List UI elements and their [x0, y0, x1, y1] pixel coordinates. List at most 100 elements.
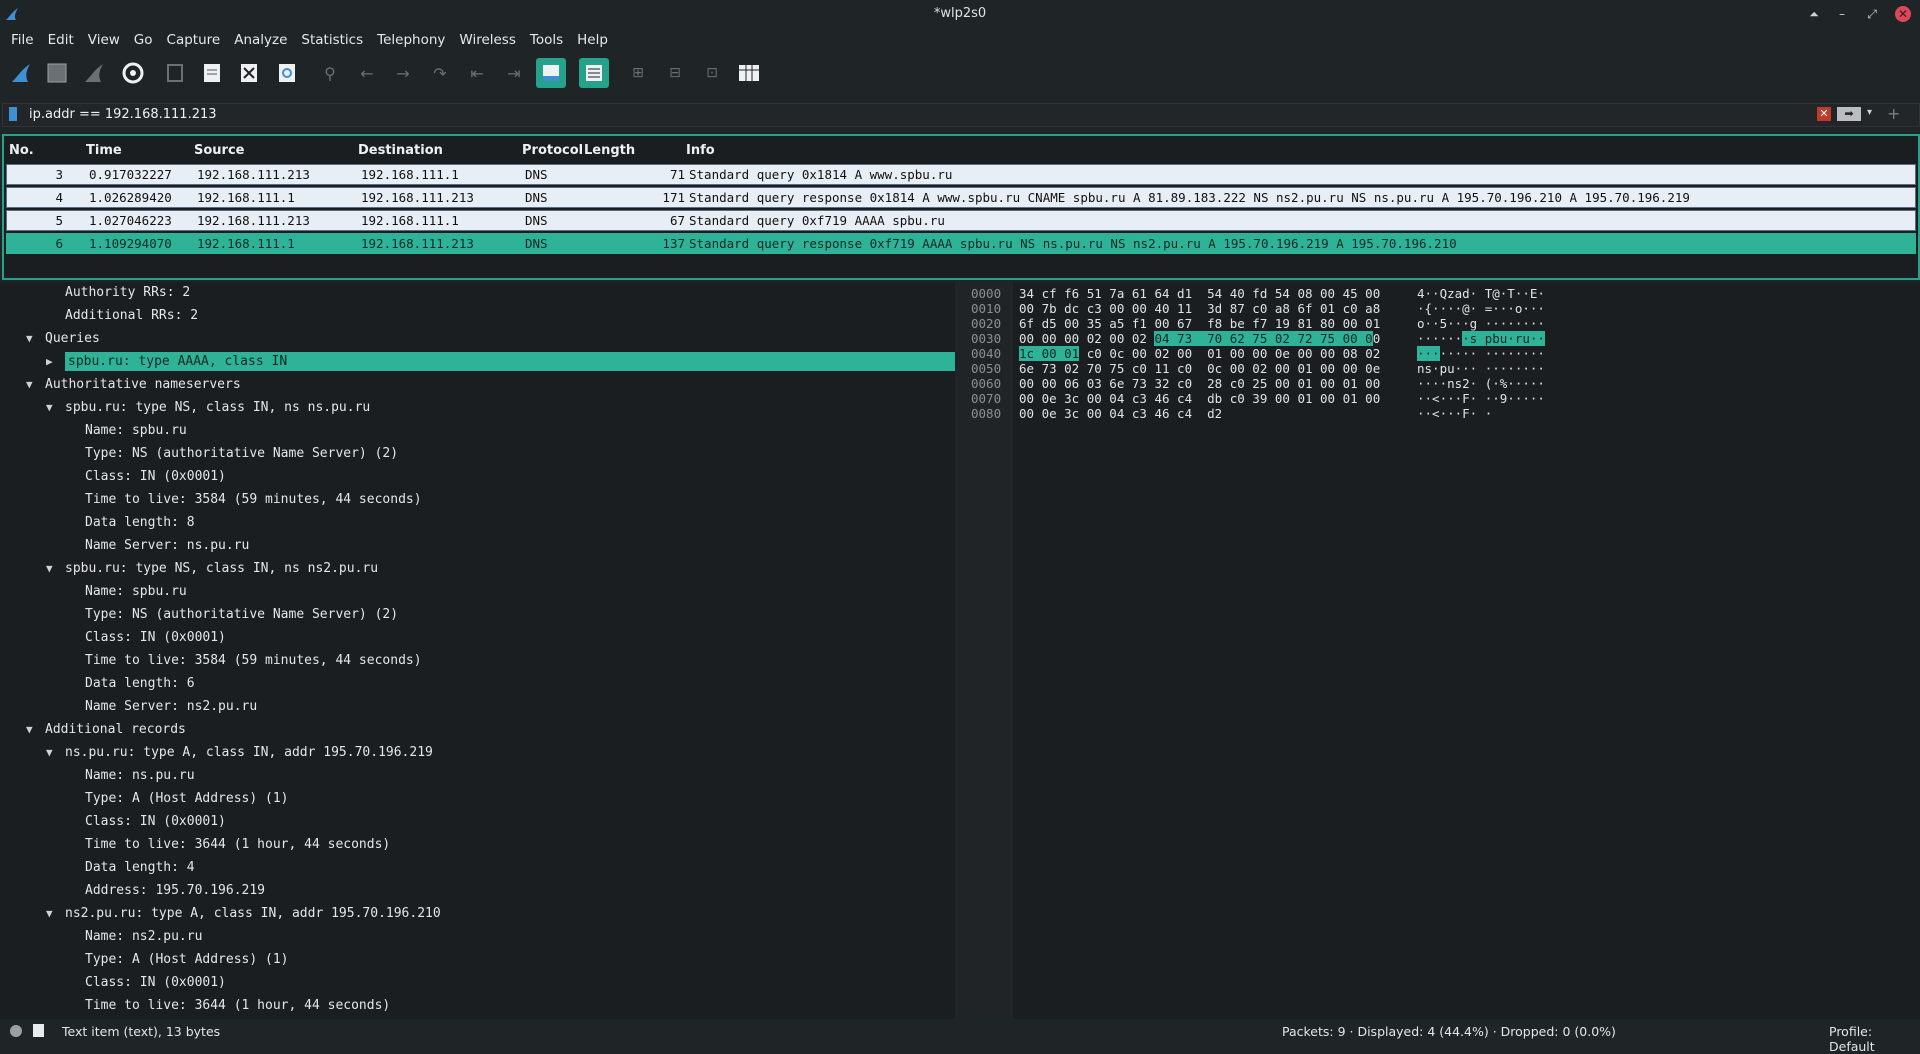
byte-ascii[interactable]: ·······s pbu·ru·· [1417, 331, 1545, 346]
menu-tools[interactable]: Tools [523, 28, 570, 52]
expanded-arrow-icon[interactable]: ▼ [46, 746, 58, 759]
detail-tree-item[interactable]: Data length: 6 [0, 673, 955, 696]
detail-tree-item[interactable]: Name: ns.pu.ru [0, 765, 955, 788]
detail-tree-item[interactable]: Type: NS (authoritative Name Server) (2) [0, 604, 955, 627]
detail-tree-item[interactable]: ▼ spbu.ru: type NS, class IN, ns ns.pu.ru [0, 397, 955, 420]
expert-info-icon[interactable] [10, 1025, 22, 1037]
column-header-protocol[interactable]: Protocol [522, 143, 583, 158]
byte-ascii[interactable]: ········ ········ [1417, 346, 1545, 361]
stop-capture-button[interactable] [42, 58, 72, 88]
byte-ascii[interactable]: o··5···g ········ [1417, 316, 1545, 331]
byte-hex[interactable]: 00 00 00 02 00 02 04 73 70 62 75 02 72 7… [1019, 331, 1380, 346]
zoom-out-button[interactable]: ⊟ [660, 58, 690, 88]
byte-hex[interactable]: 6e 73 02 70 75 c0 11 c0 0c 00 02 00 01 0… [1019, 361, 1380, 376]
save-file-button[interactable] [197, 58, 227, 88]
bookmark-icon[interactable] [9, 107, 17, 121]
colorize-button[interactable] [579, 58, 609, 88]
expanded-arrow-icon[interactable]: ▼ [46, 907, 58, 920]
detail-tree-item[interactable]: ▼ Authoritative nameservers [0, 374, 955, 397]
packet-row[interactable]: 3 0.917032227 192.168.111.213 192.168.111.1… [6, 164, 1916, 185]
menu-edit[interactable]: Edit [41, 28, 81, 52]
expanded-arrow-icon[interactable]: ▼ [26, 723, 38, 736]
detail-tree-item[interactable]: Data length: 4 [0, 857, 955, 880]
column-header-time[interactable]: Time [86, 143, 122, 158]
byte-ascii[interactable]: ·{····@· =···o··· [1417, 301, 1545, 316]
byte-hex[interactable]: 34 cf f6 51 7a 61 64 d1 54 40 fd 54 08 0… [1019, 286, 1380, 301]
start-capture-button[interactable] [6, 58, 36, 88]
byte-hex[interactable]: 00 0e 3c 00 04 c3 46 c4 d2 [1019, 406, 1222, 421]
column-header-source[interactable]: Source [194, 143, 244, 158]
capture-comment-icon[interactable] [33, 1024, 44, 1037]
packet-row[interactable]: 6 1.109294070 192.168.111.1 192.168.111.213… [6, 233, 1916, 254]
first-packet-button[interactable]: ⇤ [462, 58, 492, 88]
menu-view[interactable]: View [81, 28, 127, 52]
menu-analyze[interactable]: Analyze [227, 28, 294, 52]
byte-hex[interactable]: 00 00 06 03 6e 73 32 c0 28 c0 25 00 01 0… [1019, 376, 1380, 391]
display-filter-input[interactable] [29, 105, 1809, 123]
detail-tree-item[interactable]: Name Server: ns2.pu.ru [0, 696, 955, 719]
expanded-arrow-icon[interactable]: ▼ [46, 401, 58, 414]
menu-go[interactable]: Go [127, 28, 160, 52]
close-file-button[interactable] [234, 58, 264, 88]
menu-wireless[interactable]: Wireless [452, 28, 523, 52]
restart-capture-button[interactable] [79, 58, 109, 88]
byte-ascii[interactable]: ····ns2· (·%····· [1417, 376, 1545, 391]
detail-tree-item[interactable]: ▶ spbu.ru: type AAAA, class IN [0, 351, 955, 374]
go-forward-button[interactable]: → [388, 58, 418, 88]
column-header-length[interactable]: Length [584, 143, 635, 158]
filter-dropdown-icon[interactable]: ▾ [1867, 107, 1872, 118]
expanded-arrow-icon[interactable]: ▼ [26, 332, 38, 345]
byte-ascii[interactable]: ··<···F· · [1417, 406, 1492, 421]
menu-file[interactable]: File [4, 28, 41, 52]
expanded-arrow-icon[interactable]: ▼ [46, 562, 58, 575]
detail-tree-item[interactable]: ▼ spbu.ru: type NS, class IN, ns ns2.pu.r… [0, 558, 955, 581]
close-button[interactable]: ✕ [1895, 6, 1911, 22]
detail-tree-item[interactable]: Additional RRs: 2 [0, 305, 955, 328]
detail-tree-item[interactable]: Class: IN (0x0001) [0, 811, 955, 834]
menu-statistics[interactable]: Statistics [294, 28, 370, 52]
detail-tree-item[interactable]: Name: ns2.pu.ru [0, 926, 955, 949]
go-to-packet-button[interactable]: ↷ [425, 58, 455, 88]
menu-help[interactable]: Help [570, 28, 615, 52]
detail-tree-item[interactable]: ▼ ns.pu.ru: type A, class IN, addr 195.70… [0, 742, 955, 765]
menu-capture[interactable]: Capture [160, 28, 228, 52]
auto-scroll-button[interactable] [536, 58, 566, 88]
add-filter-button[interactable]: + [1887, 104, 1900, 123]
go-back-button[interactable]: ← [352, 58, 382, 88]
restore-button[interactable]: ⤢ [1862, 4, 1882, 24]
byte-hex[interactable]: 00 7b dc c3 00 00 40 11 3d 87 c0 a8 6f 0… [1019, 301, 1380, 316]
detail-tree-item[interactable]: ▼ ns2.pu.ru: type A, class IN, addr 195.7… [0, 903, 955, 926]
keep-above-icon[interactable]: ⏶ [1804, 4, 1824, 24]
detail-tree-item[interactable]: ▼ Queries [0, 328, 955, 351]
detail-tree-item[interactable]: Address: 195.70.196.219 [0, 880, 955, 903]
detail-tree-item[interactable]: Class: IN (0x0001) [0, 627, 955, 650]
byte-hex[interactable]: 6f d5 00 35 a5 f1 00 67 f8 be f7 19 81 8… [1019, 316, 1380, 331]
byte-ascii[interactable]: ··<···F· ··9····· [1417, 391, 1545, 406]
column-header-no[interactable]: No. [9, 143, 34, 158]
profile-label[interactable]: Profile: Default [1829, 1024, 1920, 1054]
detail-tree-item[interactable]: Time to live: 3584 (59 minutes, 44 secon… [0, 489, 955, 512]
capture-options-button[interactable] [118, 58, 148, 88]
column-header-destination[interactable]: Destination [358, 143, 443, 158]
expanded-arrow-icon[interactable]: ▼ [26, 378, 38, 391]
detail-tree-item[interactable]: Type: A (Host Address) (1) [0, 788, 955, 811]
resize-columns-button[interactable] [734, 58, 764, 88]
open-file-button[interactable] [160, 58, 190, 88]
byte-hex[interactable]: 00 0e 3c 00 04 c3 46 c4 db c0 39 00 01 0… [1019, 391, 1380, 406]
detail-tree-item[interactable]: Name: spbu.ru [0, 420, 955, 443]
detail-tree-item[interactable]: Name Server: ns.pu.ru [0, 535, 955, 558]
detail-tree-item[interactable]: Class: IN (0x0001) [0, 972, 955, 995]
packet-row[interactable]: 4 1.026289420 192.168.111.1 192.168.111.213… [6, 187, 1916, 208]
packet-row[interactable]: 5 1.027046223 192.168.111.213 192.168.111.1… [6, 210, 1916, 231]
last-packet-button[interactable]: ⇥ [499, 58, 529, 88]
detail-tree-item[interactable]: Data length: 8 [0, 512, 955, 535]
detail-tree-item[interactable]: Time to live: 3644 (1 hour, 44 seconds) [0, 834, 955, 857]
zoom-in-button[interactable]: ⊞ [623, 58, 653, 88]
clear-filter-button[interactable]: ✕ [1817, 107, 1831, 121]
column-header-info[interactable]: Info [686, 143, 715, 158]
normal-size-button[interactable]: ⊡ [697, 58, 727, 88]
detail-tree-item[interactable]: ▼ Additional records [0, 719, 955, 742]
detail-tree-item[interactable]: Type: NS (authoritative Name Server) (2) [0, 443, 955, 466]
find-packet-button[interactable]: ⚲ [315, 58, 345, 88]
byte-hex[interactable]: 1c 00 01 c0 0c 00 02 00 01 00 00 0e 00 0… [1019, 346, 1380, 361]
